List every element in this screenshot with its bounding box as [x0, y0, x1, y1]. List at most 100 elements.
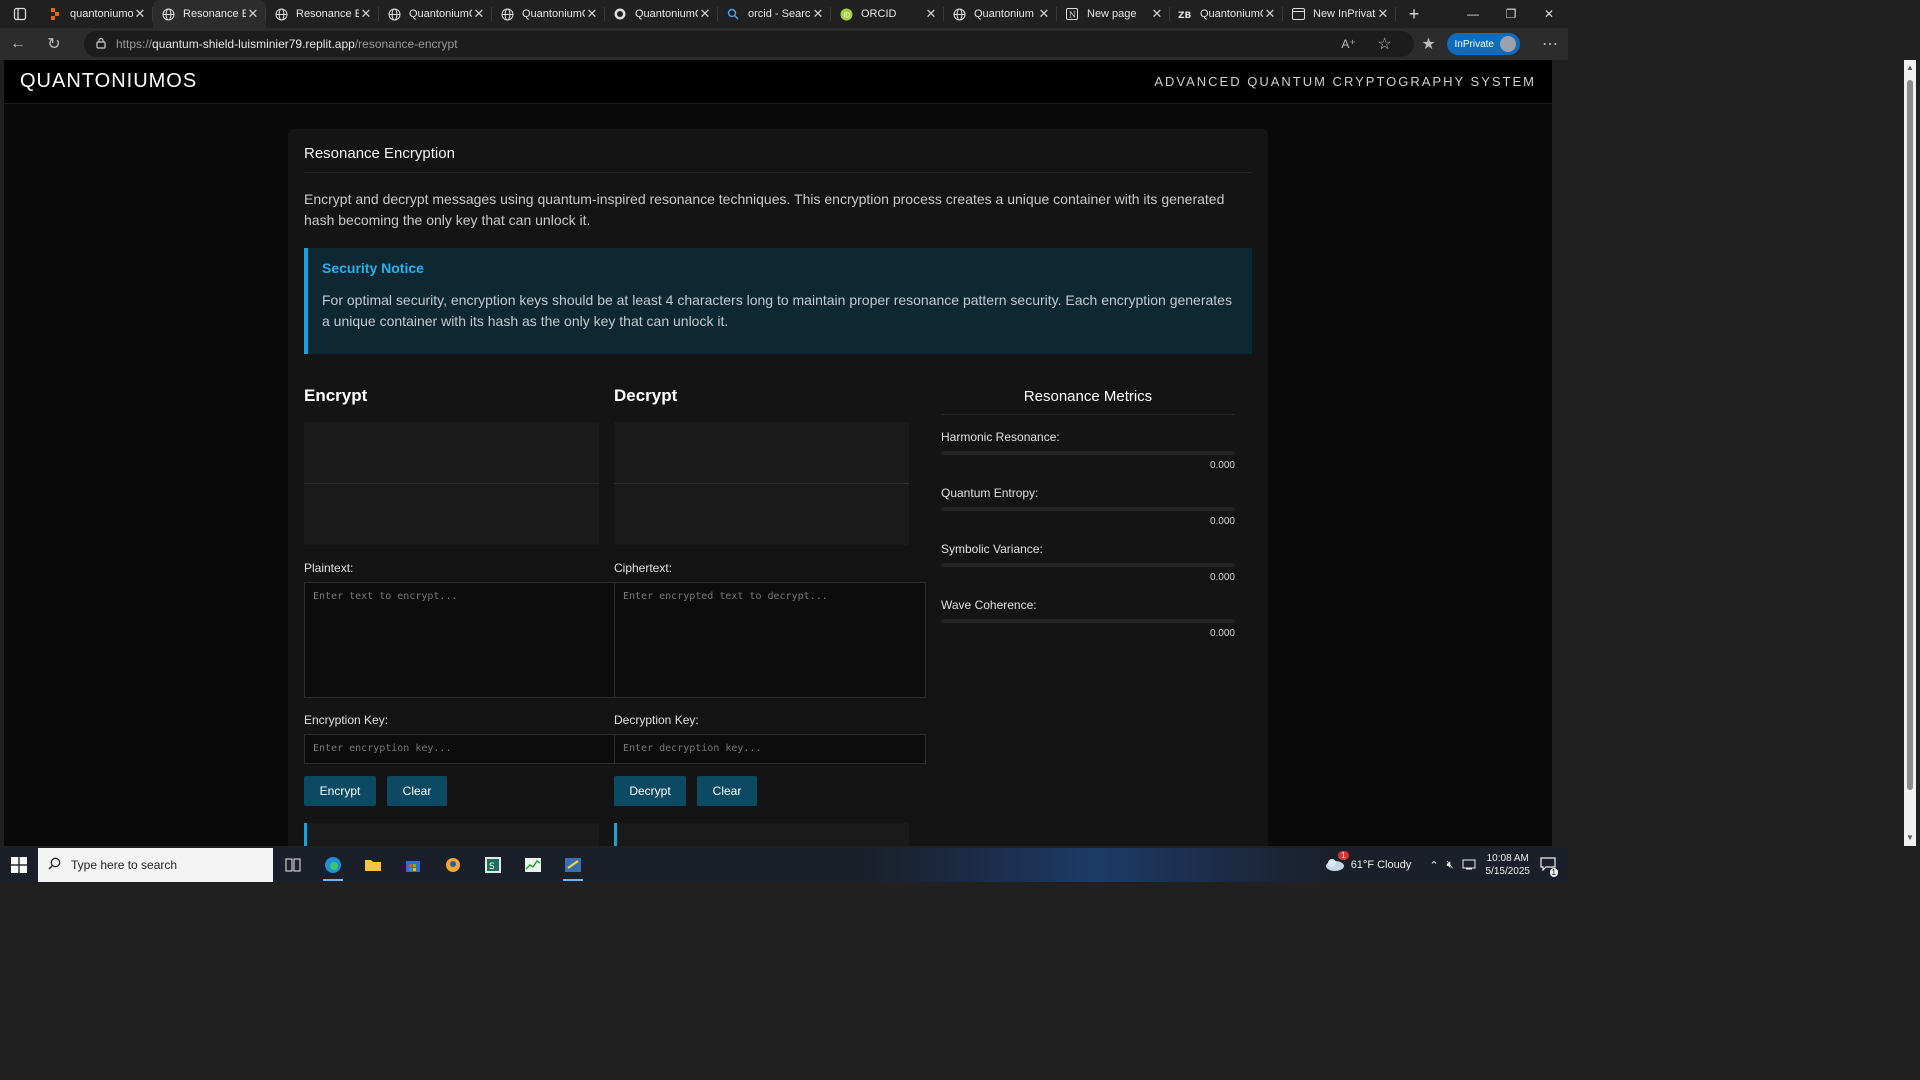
metric-name: Wave Coherence: — [941, 598, 1037, 612]
python-idle-icon[interactable] — [553, 848, 593, 882]
plaintext-input[interactable]: Enter text to encrypt... — [304, 582, 616, 698]
encryption-key-input[interactable]: Enter encryption key... — [304, 734, 616, 764]
decrypt-wave-visualizer — [614, 422, 909, 545]
decrypt-heading: Decrypt — [614, 386, 678, 405]
weather-cloud-icon[interactable]: 1 — [1323, 850, 1349, 874]
svg-text:N: N — [1069, 11, 1076, 20]
browser-tab[interactable]: N New page ✕ — [1057, 0, 1170, 28]
browser-tab[interactable]: quantoniumos ✕ — [40, 0, 153, 28]
inprivate-label: InPrivate — [1454, 38, 1494, 50]
github-icon — [613, 7, 627, 21]
tab-strip: quantoniumos✕Resonance Enc✕Resonance Enc… — [40, 0, 1396, 28]
address-bar-row: ← ↻ https://quantum-shield-luisminier79.… — [0, 28, 1568, 60]
browser-tab[interactable]: QuantoniumO ✕ — [379, 0, 492, 28]
metric-value: 0.000 — [1209, 516, 1235, 527]
tab-close-icon[interactable]: ✕ — [472, 6, 486, 22]
browser-tab[interactable]: Resonance Enc✕ — [266, 0, 379, 28]
address-bar-actions: A⁺ ☆ ★ InPrivate ⋯ — [1331, 28, 1568, 60]
search-icon — [48, 857, 61, 873]
browser-tab[interactable]: QuantoniumO ✕ — [605, 0, 718, 28]
favorite-star-icon[interactable]: ☆ — [1367, 28, 1403, 60]
site-brand[interactable]: QUANTONIUMOS — [20, 70, 197, 93]
browser-tab[interactable]: Quantonium C✕ — [944, 0, 1057, 28]
refresh-icon[interactable]: ↻ — [36, 28, 72, 60]
notice-title: Security Notice — [322, 260, 424, 276]
page-scrollbar[interactable]: ▲ ▼ — [1904, 60, 1916, 846]
more-menu-icon[interactable]: ⋯ — [1532, 28, 1568, 60]
read-aloud-icon[interactable]: A⁺ — [1331, 28, 1367, 60]
inprivate-badge[interactable]: InPrivate — [1446, 33, 1520, 55]
close-window-icon[interactable]: ✕ — [1530, 0, 1568, 28]
svg-text:iD: iD — [843, 11, 850, 19]
globe-icon — [161, 7, 175, 21]
tab-close-icon[interactable]: ✕ — [1376, 6, 1390, 22]
search-icon — [726, 7, 740, 21]
scroll-up-icon[interactable]: ▲ — [1904, 62, 1916, 74]
people-app-icon[interactable] — [433, 848, 473, 882]
minimize-icon[interactable]: — — [1454, 0, 1492, 28]
taskbar-search-box[interactable]: Type here to search — [38, 848, 273, 882]
tab-close-icon[interactable]: ✕ — [1150, 6, 1164, 22]
browser-tab[interactable]: orcid - Search ✕ — [718, 0, 831, 28]
decrypt-result-box — [614, 823, 909, 846]
show-hidden-icons-icon[interactable]: ⌃ — [1429, 859, 1438, 872]
inprivate-tab-icon — [1291, 7, 1305, 21]
tab-title: QuantoniumO — [1200, 8, 1263, 20]
browser-tab[interactable]: iD ORCID ✕ — [831, 0, 944, 28]
notification-center-icon[interactable]: 1 — [1540, 856, 1558, 877]
tab-close-icon[interactable]: ✕ — [924, 6, 938, 22]
tab-close-icon[interactable]: ✕ — [359, 6, 373, 22]
decryption-key-input[interactable]: Enter decryption key... — [614, 734, 926, 764]
globe-icon — [387, 7, 401, 21]
metric-bar — [941, 563, 1235, 567]
decrypt-button[interactable]: Decrypt — [614, 776, 686, 806]
tab-close-icon[interactable]: ✕ — [1263, 6, 1277, 22]
encrypt-panel: Encrypt Plaintext: Enter text to encrypt… — [304, 384, 616, 846]
encrypt-button[interactable]: Encrypt — [304, 776, 376, 806]
restore-icon[interactable]: ❐ — [1492, 0, 1530, 28]
scroll-down-icon[interactable]: ▼ — [1904, 832, 1916, 844]
tab-close-icon[interactable]: ✕ — [585, 6, 599, 22]
ciphertext-label: Ciphertext: — [614, 561, 673, 575]
tab-close-icon[interactable]: ✕ — [811, 6, 825, 22]
tab-close-icon[interactable]: ✕ — [246, 6, 260, 22]
ciphertext-input[interactable]: Enter encrypted text to decrypt... — [614, 582, 926, 698]
tab-close-icon[interactable]: ✕ — [1037, 6, 1051, 22]
scrollbar-thumb[interactable] — [1907, 80, 1913, 790]
volume-muted-icon[interactable]: 🔇︎ — [1447, 859, 1454, 872]
decrypt-clear-button[interactable]: Clear — [697, 776, 757, 806]
back-icon[interactable]: ← — [0, 28, 36, 60]
tab-actions-icon[interactable] — [0, 0, 40, 28]
new-tab-button[interactable]: + — [1396, 0, 1432, 28]
chart-app-icon[interactable] — [513, 848, 553, 882]
weather-text[interactable]: 61°F Cloudy — [1351, 859, 1412, 871]
url-field[interactable]: https://quantum-shield-luisminier79.repl… — [84, 31, 1414, 57]
tab-title: QuantoniumO — [409, 8, 472, 20]
metrics-panel: Resonance Metrics Harmonic Resonance: 0.0… — [941, 384, 1235, 639]
browser-tab[interactable]: QuantoniumO ✕ — [492, 0, 605, 28]
microsoft-store-icon[interactable] — [393, 848, 433, 882]
url-host: quantum-shield-luisminier79.replit.app — [152, 37, 355, 51]
encrypt-clear-button[interactable]: Clear — [387, 776, 447, 806]
file-explorer-icon[interactable] — [353, 848, 393, 882]
metrics-list: Harmonic Resonance: 0.000 Quantum Entropy:… — [941, 430, 1235, 639]
windows-start-icon[interactable] — [0, 848, 38, 882]
browser-tab[interactable]: New InPrivate ✕ — [1283, 0, 1396, 28]
tab-close-icon[interactable]: ✕ — [133, 6, 147, 22]
browser-tab[interactable]: Resonance Enc✕ — [153, 0, 266, 28]
tab-title: QuantoniumO — [635, 8, 698, 20]
weather-badge: 1 — [1338, 850, 1349, 860]
globe-icon — [500, 7, 514, 21]
favorites-icon[interactable]: ★ — [1411, 28, 1447, 60]
security-notice: Security Notice For optimal security, en… — [304, 248, 1252, 354]
network-icon[interactable] — [1462, 858, 1476, 873]
card-title: Resonance Encryption — [304, 129, 1252, 173]
edge-browser-icon[interactable] — [313, 848, 353, 882]
browser-tab[interactable]: ZB QuantoniumO ✕ — [1170, 0, 1283, 28]
task-view-icon[interactable] — [273, 848, 313, 882]
tab-close-icon[interactable]: ✕ — [698, 6, 712, 22]
taskbar-clock[interactable]: 10:08 AM 5/15/2025 — [1486, 852, 1531, 878]
visual-studio-icon[interactable]: S — [473, 848, 513, 882]
lock-icon — [96, 37, 106, 52]
intro-text: Encrypt and decrypt messages using quant… — [304, 191, 1225, 228]
